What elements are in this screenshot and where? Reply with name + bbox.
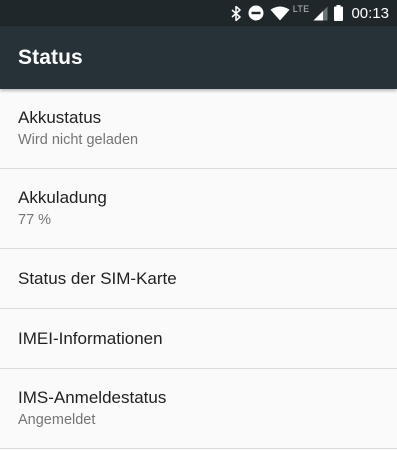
list-item-title: IMEI-Informationen bbox=[18, 328, 163, 348]
list-item-summary: Angemeldet bbox=[18, 412, 96, 428]
list-item-ims-status[interactable]: IMS-Anmeldestatus Angemeldet bbox=[0, 369, 397, 449]
status-list: Akkustatus Wird nicht geladen Akkuladung… bbox=[0, 89, 397, 449]
list-item-summary: Wird nicht geladen bbox=[18, 132, 139, 148]
list-item-summary: 77 % bbox=[18, 212, 52, 228]
list-item-title: Status der SIM-Karte bbox=[18, 268, 177, 288]
list-item-akkuladung[interactable]: Akkuladung 77 % bbox=[0, 169, 397, 249]
list-item-sim-status[interactable]: Status der SIM-Karte bbox=[0, 249, 397, 309]
app-bar: Status bbox=[0, 26, 397, 89]
clock: 00:13 bbox=[351, 4, 389, 22]
bluetooth-icon bbox=[231, 0, 242, 26]
cell-signal-icon bbox=[313, 0, 328, 26]
network-type-label: LTE bbox=[292, 4, 310, 14]
battery-icon bbox=[334, 0, 344, 26]
wifi-icon bbox=[270, 0, 290, 26]
list-item-title: Akkuladung bbox=[18, 188, 107, 207]
status-bar: LTE 00:13 bbox=[0, 0, 397, 26]
list-item-title: IMS-Anmeldestatus bbox=[18, 388, 167, 407]
list-item-akkustatus[interactable]: Akkustatus Wird nicht geladen bbox=[0, 89, 397, 169]
page-title: Status bbox=[18, 45, 83, 69]
list-item-title: Akkustatus bbox=[18, 108, 102, 127]
list-item-imei-info[interactable]: IMEI-Informationen bbox=[0, 309, 397, 369]
do-not-disturb-icon bbox=[248, 0, 264, 26]
